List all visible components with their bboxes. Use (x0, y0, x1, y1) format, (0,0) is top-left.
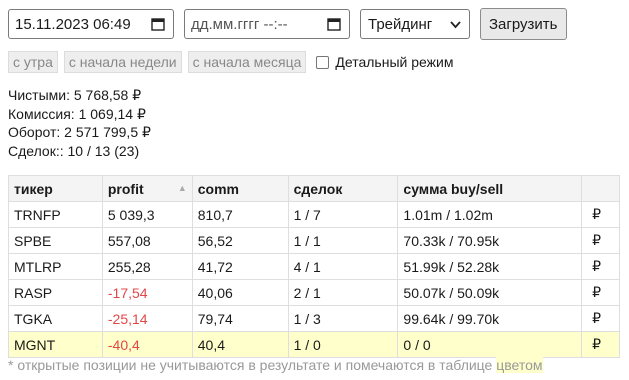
cell-sum: 51.99k / 52.28k (397, 253, 582, 280)
cell-deals: 1 / 0 (287, 331, 399, 358)
cell-profit: -40,4 (101, 331, 193, 358)
column-header-profit-label: profit (107, 180, 144, 197)
cell-deals: 4 / 1 (287, 253, 399, 280)
cell-ticker: MGNT (8, 331, 103, 358)
cell-comm: 56,52 (191, 227, 289, 254)
cell-deals: 2 / 1 (287, 279, 399, 306)
table-header-row: тикер profit ▲ comm сделок сумма buy/sell (8, 175, 621, 202)
footnote: * открытые позиции не учитываются в резу… (8, 357, 543, 373)
table-row: TGKA -25,14 79,74 1 / 3 99.64k / 99.70k ₽ (8, 305, 621, 332)
chevron-down-icon (450, 16, 461, 33)
cell-deals: 1 / 7 (287, 201, 399, 228)
cell-comm: 40,4 (191, 331, 289, 358)
summary-block: Чистыми: 5 768,58 ₽ Комиссия: 1 069,14 ₽… (8, 86, 151, 160)
date-to-placeholder: дд.мм.гггг --:-- (191, 15, 288, 33)
table-row: TRNFP 5 039,3 810,7 1 / 7 1.01m / 1.02m ₽ (8, 201, 621, 228)
column-header-profit[interactable]: profit ▲ (101, 175, 193, 202)
detail-mode-label: Детальный режим (335, 54, 454, 70)
cell-comm: 40,06 (191, 279, 289, 306)
footnote-highlight: цветом (496, 357, 543, 373)
calendar-icon[interactable] (151, 17, 165, 31)
table-row: MTLRP 255,28 41,72 4 / 1 51.99k / 52.28k ₽ (8, 253, 621, 280)
trades-table: тикер profit ▲ comm сделок сумма buy/sell… (8, 175, 621, 358)
column-header-deals[interactable]: сделок (287, 175, 399, 202)
cell-sum: 0 / 0 (397, 331, 582, 358)
cell-deals: 1 / 1 (287, 227, 399, 254)
cell-ticker: TGKA (8, 305, 103, 332)
date-from-input[interactable]: 15.11.2023 06:49 (8, 9, 174, 39)
calendar-icon[interactable] (327, 17, 341, 31)
mode-select-value: Трейдинг (368, 15, 433, 33)
cell-sum: 50.07k / 50.09k (397, 279, 582, 306)
table-row: SPBE 557,08 56,52 1 / 1 70.33k / 70.95k ₽ (8, 227, 621, 254)
cell-ticker: SPBE (8, 227, 103, 254)
preset-month-button[interactable]: с начала месяца (187, 51, 307, 73)
column-header-ticker[interactable]: тикер (8, 175, 103, 202)
footnote-text: * открытые позиции не учитываются в резу… (8, 357, 497, 373)
cell-profit: 5 039,3 (101, 201, 193, 228)
filter-bar: 15.11.2023 06:49 дд.мм.гггг --:-- Трейди… (8, 8, 567, 40)
sort-asc-icon: ▲ (177, 182, 187, 193)
cell-ticker: TRNFP (8, 201, 103, 228)
cell-sum: 1.01m / 1.02m (397, 201, 582, 228)
summary-deals: Сделок:: 10 / 13 (23) (8, 142, 140, 159)
preset-week-button[interactable]: с начала недели (63, 51, 182, 73)
date-to-input[interactable]: дд.мм.гггг --:-- (184, 9, 350, 39)
cell-comm: 810,7 (191, 201, 289, 228)
column-header-sum[interactable]: сумма buy/sell (397, 175, 582, 202)
column-header-comm[interactable]: comm (191, 175, 289, 202)
cell-profit: -17,54 (101, 279, 193, 306)
summary-turnover: Оборот: 2 571 799,5 ₽ (8, 124, 151, 140)
cell-currency: ₽ (580, 331, 621, 358)
load-button[interactable]: Загрузить (480, 8, 567, 40)
detail-mode-toggle[interactable]: Детальный режим (316, 54, 453, 70)
cell-currency: ₽ (580, 253, 621, 280)
cell-currency: ₽ (580, 201, 621, 228)
preset-bar: с утра с начала недели с начала месяца Д… (8, 51, 453, 73)
cell-profit: -25,14 (101, 305, 193, 332)
cell-deals: 1 / 3 (287, 305, 399, 332)
detail-mode-checkbox[interactable] (316, 55, 330, 69)
cell-sum: 99.64k / 99.70k (397, 305, 582, 332)
cell-profit: 557,08 (101, 227, 193, 254)
date-from-value: 15.11.2023 06:49 (15, 15, 131, 33)
cell-currency: ₽ (580, 279, 621, 306)
summary-net: Чистыми: 5 768,58 ₽ (8, 87, 142, 103)
cell-comm: 41,72 (191, 253, 289, 280)
cell-currency: ₽ (580, 305, 621, 332)
cell-ticker: RASP (8, 279, 103, 306)
cell-comm: 79,74 (191, 305, 289, 332)
table-row: RASP -17,54 40,06 2 / 1 50.07k / 50.09k ₽ (8, 279, 621, 306)
cell-sum: 70.33k / 70.95k (397, 227, 582, 254)
preset-morning-button[interactable]: с утра (8, 51, 58, 73)
cell-profit: 255,28 (101, 253, 193, 280)
summary-commission: Комиссия: 1 069,14 ₽ (8, 105, 146, 122)
cell-currency: ₽ (580, 227, 621, 254)
table-row: MGNT -40,4 40,4 1 / 00 / 0 ₽ (8, 331, 621, 358)
cell-ticker: MTLRP (8, 253, 103, 280)
column-header-currency[interactable] (580, 175, 621, 202)
mode-select[interactable]: Трейдинг (360, 9, 470, 39)
